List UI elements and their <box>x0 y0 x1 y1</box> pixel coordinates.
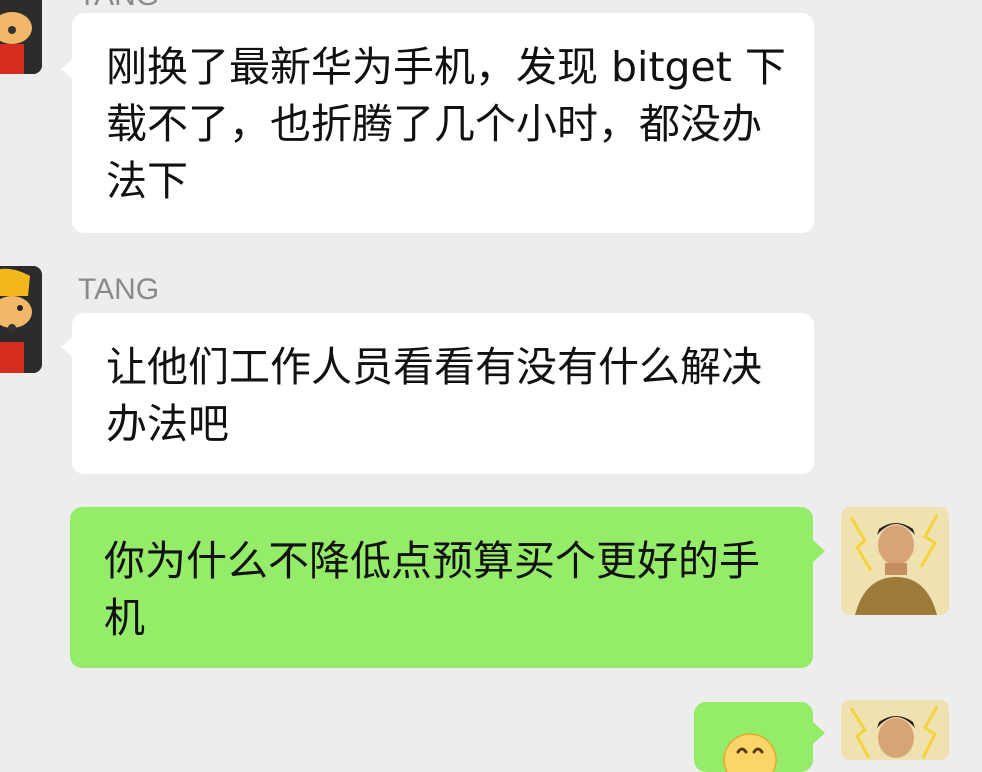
message-bubble[interactable]: 你为什么不降低点预算买个更好的手机 <box>70 507 813 668</box>
my-avatar[interactable] <box>841 700 949 760</box>
message-bubble[interactable]: 让他们工作人员看看有没有什么解决办法吧 <box>72 313 814 474</box>
bubble-tail <box>813 540 825 562</box>
cartoon-avatar-icon <box>0 0 42 74</box>
illustrated-man-avatar-icon <box>841 700 949 760</box>
message-bubble[interactable] <box>694 702 813 772</box>
cartoon-avatar-icon <box>0 266 42 373</box>
message-bubble[interactable]: 刚换了最新华为手机，发现 bitget 下载不了，也折腾了几个小时，都没办法下 <box>72 13 814 233</box>
my-avatar[interactable] <box>841 507 949 615</box>
sender-name: TANG <box>78 0 159 14</box>
message-text: 刚换了最新华为手机，发现 bitget 下载不了，也折腾了几个小时，都没办法下 <box>106 43 786 205</box>
bubble-tail <box>813 722 825 744</box>
sender-avatar[interactable] <box>0 0 42 74</box>
sender-avatar[interactable] <box>0 266 42 373</box>
illustrated-man-avatar-icon <box>841 507 949 615</box>
message-text: 让他们工作人员看看有没有什么解决办法吧 <box>106 343 762 448</box>
message-text: 你为什么不降低点预算买个更好的手机 <box>104 537 760 642</box>
smiling-face-emoji-icon <box>723 733 777 772</box>
sender-name: TANG <box>78 273 160 306</box>
